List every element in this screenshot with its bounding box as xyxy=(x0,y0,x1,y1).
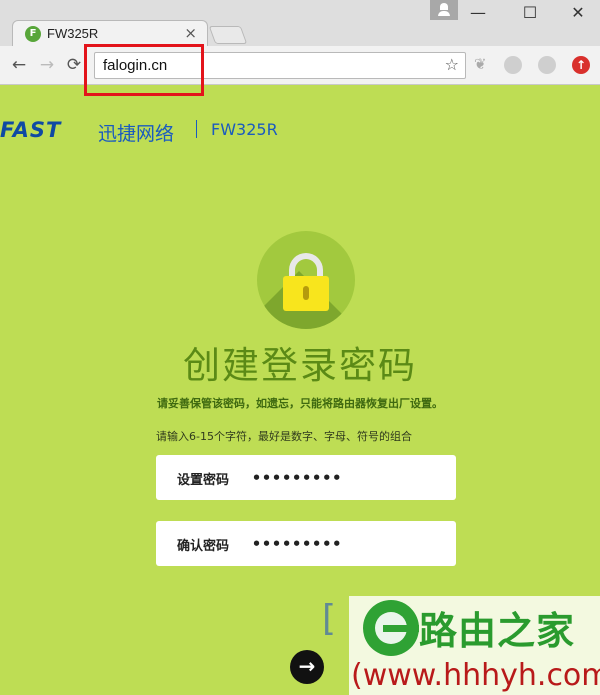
watermark-logo-icon xyxy=(363,600,419,656)
brand-divider xyxy=(196,120,197,138)
address-highlight-box xyxy=(84,44,204,96)
password-label: 设置密码 xyxy=(177,473,230,488)
extension-gray-icon-2[interactable] xyxy=(538,56,556,74)
back-arrow-icon[interactable]: ← xyxy=(8,54,30,76)
watermark-bracket: [ xyxy=(322,598,337,639)
password-input[interactable] xyxy=(252,463,442,492)
reload-icon[interactable]: ⟳ xyxy=(63,54,85,76)
confirm-password-label: 确认密码 xyxy=(177,539,230,554)
tab-fw325r[interactable]: F FW325R × xyxy=(12,20,208,46)
forward-arrow-icon[interactable]: → xyxy=(36,54,58,76)
password-warning: 请妥善保管该密码，如遗忘，只能将路由器恢复出厂设置。 xyxy=(157,397,443,410)
window-minimize-button[interactable]: — xyxy=(460,2,496,24)
user-profile-icon[interactable] xyxy=(430,0,458,20)
password-hint: 请输入6-15个字符，最好是数字、字母、符号的组合 xyxy=(156,430,412,443)
watermark-url: (www.hhhyh.com) xyxy=(351,658,600,693)
watermark: 路由之家 (www.hhhyh.com) xyxy=(349,596,600,695)
window-close-button[interactable]: ✕ xyxy=(560,2,596,24)
confirm-password-input[interactable] xyxy=(252,529,442,558)
bookmark-star-icon[interactable]: ☆ xyxy=(445,55,459,74)
fast-logo: FAST xyxy=(0,118,62,142)
fast-favicon-icon: F xyxy=(25,26,41,42)
window-maximize-button[interactable]: ☐ xyxy=(512,2,548,24)
password-field[interactable]: 设置密码 xyxy=(156,455,456,500)
new-tab-button[interactable] xyxy=(208,26,248,44)
confirm-password-field[interactable]: 确认密码 xyxy=(156,521,456,566)
brand-name-cn: 迅捷网络 xyxy=(98,123,175,145)
tab-close-icon[interactable]: × xyxy=(184,24,197,42)
extension-leaf-icon[interactable]: ❦ xyxy=(474,55,487,73)
extension-gray-icon[interactable] xyxy=(504,56,522,74)
tab-title: FW325R xyxy=(47,26,99,41)
next-arrow-button[interactable]: → xyxy=(290,650,324,684)
watermark-title: 路由之家 xyxy=(419,609,576,653)
page-title: 创建登录密码 xyxy=(183,344,417,387)
tab-strip: F FW325R × — ☐ ✕ xyxy=(0,0,600,46)
lock-icon xyxy=(257,231,355,329)
router-model: FW325R xyxy=(211,120,278,139)
extension-update-icon[interactable]: ↑ xyxy=(572,56,590,74)
